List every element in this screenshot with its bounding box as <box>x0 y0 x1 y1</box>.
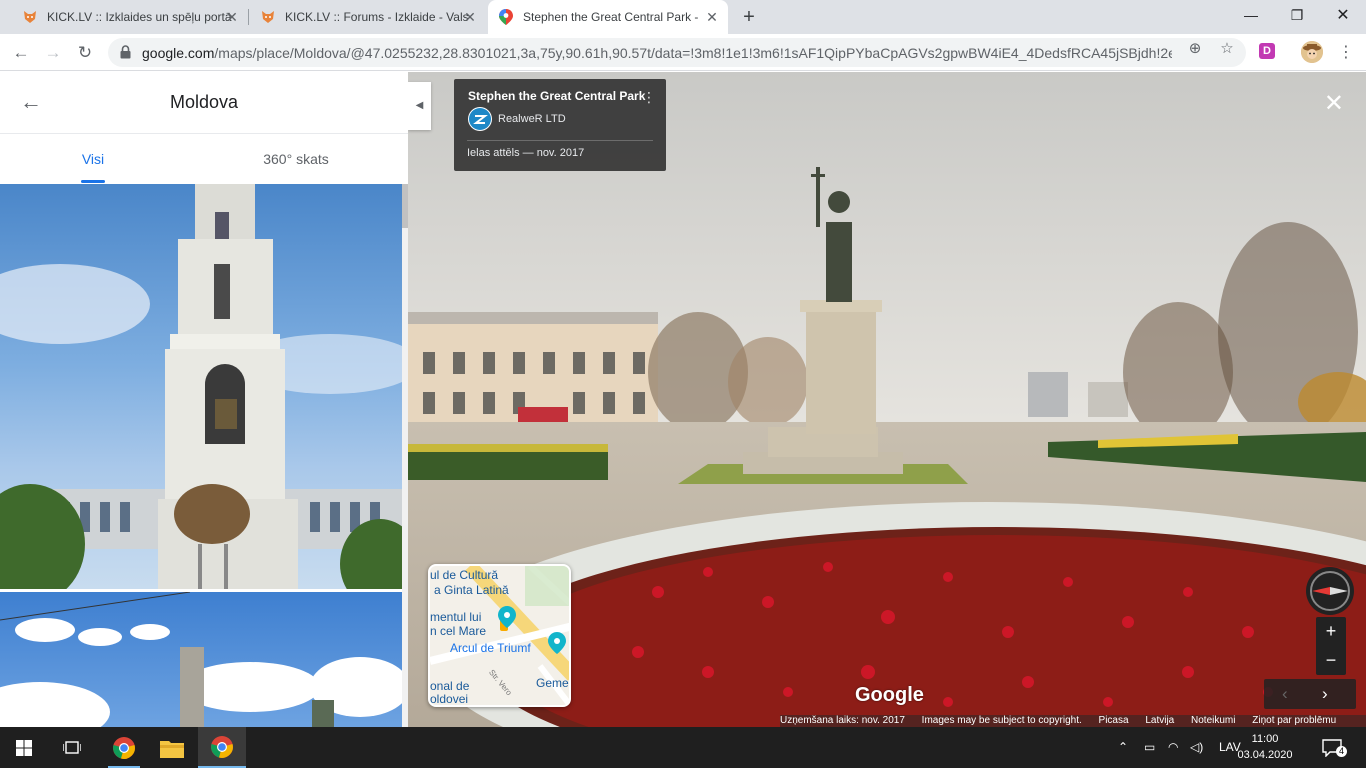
chrome-taskbar-icon[interactable] <box>100 727 148 768</box>
extension-icon[interactable]: D <box>1259 43 1275 59</box>
compass-icon[interactable] <box>1306 567 1354 615</box>
fox-icon <box>22 9 38 25</box>
map-label: oldovei <box>430 692 469 706</box>
tab-title: KICK.LV :: Izklaides un spēļu portā <box>47 10 232 24</box>
mini-map[interactable]: ul de Cultură a Ginta Latină mentul lui … <box>428 564 571 707</box>
lock-icon[interactable] <box>120 45 131 64</box>
back-icon[interactable]: ← <box>8 40 34 66</box>
url-text: google.com/maps/place/Moldova/@47.025523… <box>142 45 1172 61</box>
tab-kick-forum[interactable]: KICK.LV :: Forums - Izklaide - Vals ✕ <box>250 0 486 34</box>
tab-divider <box>248 9 249 25</box>
image-date: Ielas attēls — nov. 2017 <box>467 147 585 159</box>
copyright-notice: Images may be subject to copyright. <box>921 715 1082 726</box>
url-path: /maps/place/Moldova/@47.0255232,28.83010… <box>214 45 1172 61</box>
place-marker-icon[interactable] <box>548 632 566 654</box>
close-tab-icon[interactable]: ✕ <box>224 9 240 25</box>
new-tab-button[interactable]: + <box>738 6 760 28</box>
battery-icon[interactable]: ▭ <box>1144 727 1155 768</box>
terms-link[interactable]: Noteikumi <box>1191 715 1235 726</box>
minimize-icon[interactable]: — <box>1228 0 1274 30</box>
panel-title: Moldova <box>169 92 239 112</box>
zoom-out-button[interactable]: − <box>1316 646 1346 675</box>
show-hidden-icons[interactable]: ⌃ <box>1118 727 1128 768</box>
street-view-footer: Uzņemšana laiks: nov. 2017 Images may be… <box>780 715 1366 727</box>
bookmark-star-icon[interactable]: ☆ <box>1217 39 1237 59</box>
url-host: google.com <box>142 45 215 61</box>
place-name[interactable]: Stephen the Great Central Park <box>468 89 645 103</box>
tab-title: KICK.LV :: Forums - Izklaide - Vals <box>285 10 469 24</box>
notification-center-icon[interactable]: 4 <box>1322 727 1350 768</box>
map-label: a Ginta Latină <box>434 583 509 597</box>
reload-icon[interactable]: ↻ <box>72 40 98 66</box>
capture-date: Uzņemšana laiks: nov. 2017 <box>780 715 905 726</box>
map-label: mentul lui <box>430 610 482 624</box>
place-panel: ← Moldova Visi 360° skats <box>0 72 408 727</box>
close-tab-icon[interactable]: ✕ <box>462 9 478 25</box>
close-street-view-icon[interactable]: ✕ <box>1324 92 1344 116</box>
place-marker-icon[interactable] <box>498 606 516 628</box>
photo-navigation: ‹ › <box>1264 679 1356 709</box>
maps-pin-icon <box>498 9 514 25</box>
clock-date: 03.04.2020 <box>1237 749 1293 761</box>
photo-monument[interactable] <box>0 592 402 727</box>
author-name[interactable]: RealweR LTD <box>498 113 566 125</box>
map-label: onal de <box>430 679 470 693</box>
forward-icon[interactable]: → <box>40 40 66 66</box>
window-close-icon[interactable]: ✕ <box>1320 0 1366 30</box>
panel-header: ← Moldova <box>0 72 408 134</box>
restore-icon[interactable]: ❐ <box>1274 0 1320 30</box>
photo-bell-tower[interactable] <box>0 184 402 589</box>
map-label: Arcul de Triumf <box>450 641 531 655</box>
previous-photo-icon[interactable]: ‹ <box>1282 684 1288 704</box>
file-explorer-icon[interactable] <box>148 727 196 768</box>
zoom-controls: + − <box>1316 617 1346 675</box>
windows-taskbar: ⌃ ▭ ◠ ◁) LAV 11:00 03.04.2020 4 <box>0 727 1366 768</box>
collapse-panel-button[interactable]: ◀ <box>408 82 431 130</box>
tab-title: Stephen the Great Central Park - <box>523 10 699 24</box>
tab-360[interactable]: 360° skats <box>236 135 356 183</box>
notification-count: 4 <box>1336 746 1348 757</box>
system-clock[interactable]: 11:00 03.04.2020 <box>1236 731 1294 763</box>
task-view-icon[interactable] <box>48 727 96 768</box>
photo-tabs: Visi 360° skats <box>0 135 408 183</box>
fox-icon <box>260 9 276 25</box>
map-label: ul de Cultură <box>430 568 499 582</box>
chrome-active-taskbar-icon[interactable] <box>198 727 246 768</box>
map-label: Geme <box>536 676 569 690</box>
picasa-link[interactable]: Picasa <box>1099 715 1129 726</box>
card-divider <box>467 140 653 141</box>
install-app-icon[interactable]: ⊕ <box>1185 39 1205 59</box>
profile-avatar[interactable] <box>1301 41 1323 63</box>
region-link[interactable]: Latvija <box>1145 715 1174 726</box>
volume-icon[interactable]: ◁) <box>1190 727 1203 768</box>
tab-indicator <box>81 180 105 183</box>
zoom-in-button[interactable]: + <box>1316 617 1346 646</box>
google-watermark: Google <box>855 684 924 706</box>
report-problem-link[interactable]: Ziņot par problēmu <box>1252 715 1336 726</box>
address-bar[interactable]: google.com/maps/place/Moldova/@47.025523… <box>108 38 1246 67</box>
next-photo-icon[interactable]: › <box>1322 684 1328 704</box>
browser-toolbar: ← → ↻ google.com/maps/place/Moldova/@47.… <box>0 34 1366 71</box>
street-view[interactable]: ◀ Stephen the Great Central Park ⋮ Realw… <box>408 72 1366 727</box>
clock-time: 11:00 <box>1251 733 1279 745</box>
tab-strip: KICK.LV :: Izklaides un spēļu portā ✕ KI… <box>0 0 1366 34</box>
more-options-icon[interactable]: ⋮ <box>642 89 656 106</box>
tab-all[interactable]: Visi <box>52 135 134 183</box>
close-tab-icon[interactable]: ✕ <box>704 9 720 25</box>
author-logo[interactable] <box>468 107 492 131</box>
chrome-menu-icon[interactable]: ⋮ <box>1336 43 1356 63</box>
map-label: n cel Mare <box>430 624 487 638</box>
street-view-info-card: Stephen the Great Central Park ⋮ RealweR… <box>454 79 666 171</box>
windows-start-icon[interactable] <box>0 727 48 768</box>
tab-kick-portal[interactable]: KICK.LV :: Izklaides un spēļu portā ✕ <box>12 0 248 34</box>
wifi-icon[interactable]: ◠ <box>1168 727 1178 768</box>
tab-google-maps[interactable]: Stephen the Great Central Park - ✕ <box>488 0 728 34</box>
